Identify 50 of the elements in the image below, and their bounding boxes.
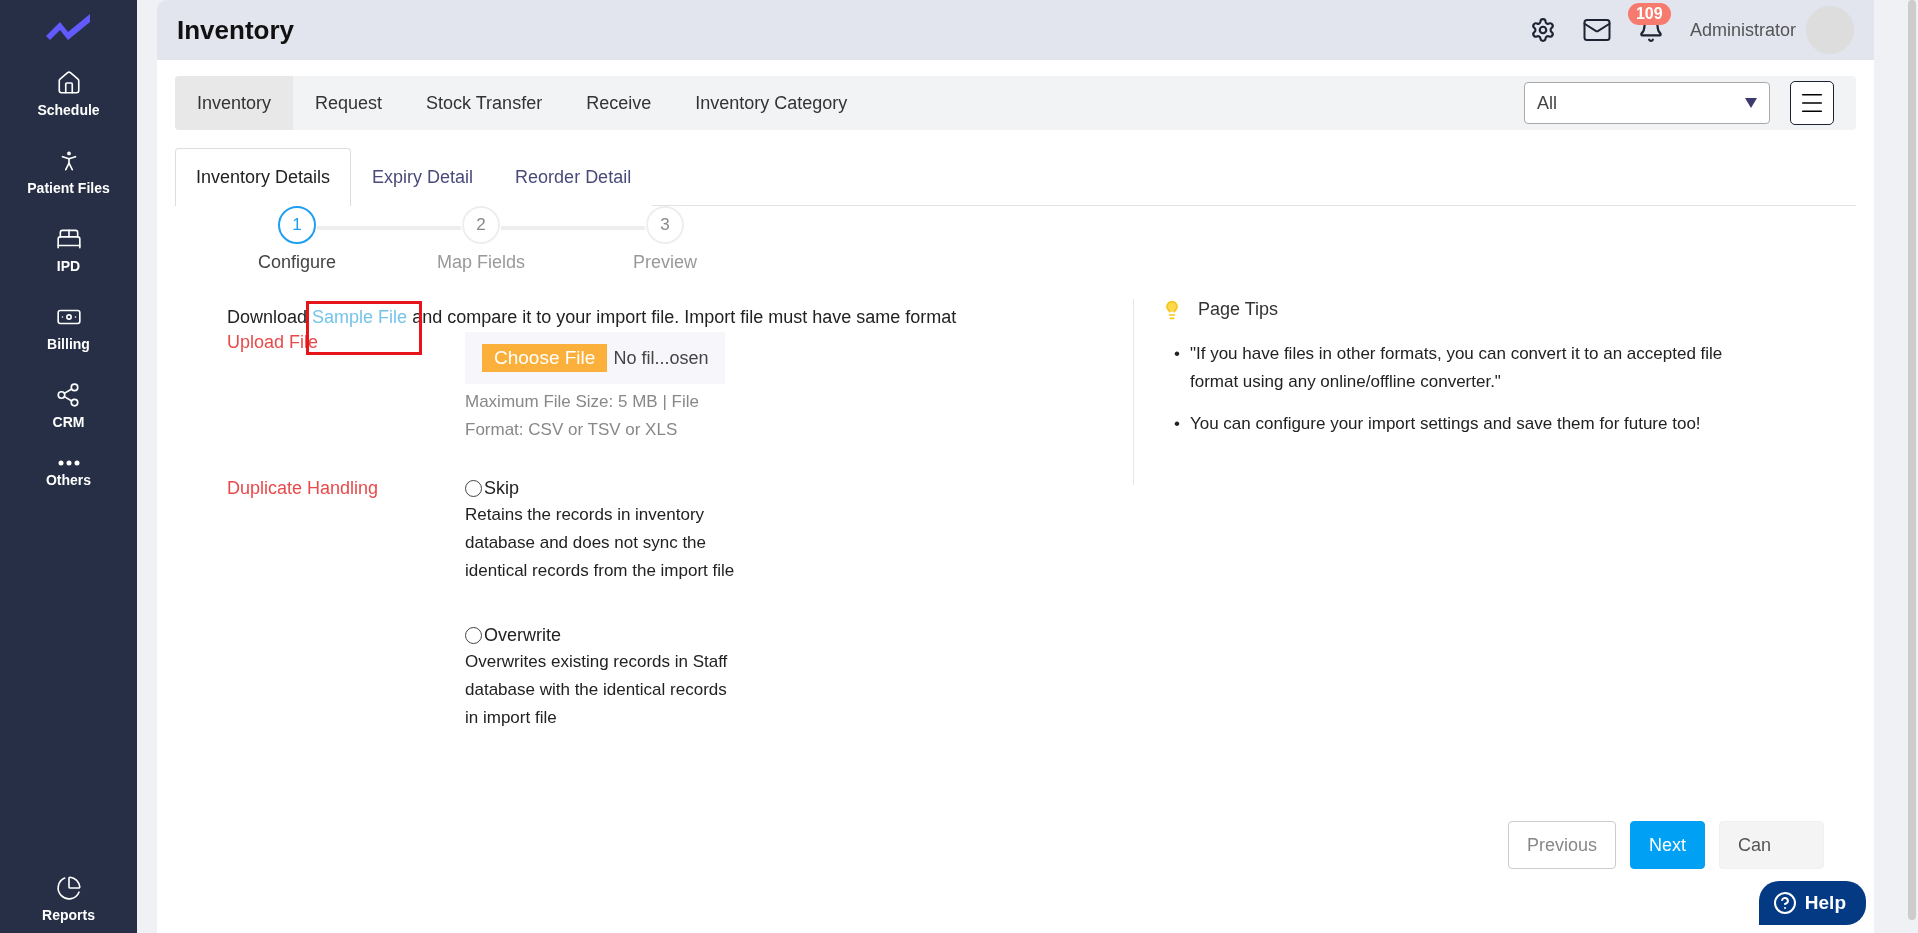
tab[interactable]: Inventory Details <box>175 148 352 206</box>
step-label: Map Fields <box>437 252 525 273</box>
scrollbar[interactable] <box>1908 0 1916 920</box>
tab[interactable]: Inventory <box>175 76 294 130</box>
sidebar-item[interactable]: IPD <box>55 226 82 274</box>
radio-button[interactable] <box>465 480 482 497</box>
step-circle: 3 <box>646 206 684 244</box>
sidebar-item[interactable]: Reports <box>42 875 95 923</box>
caret-icon <box>1745 98 1757 108</box>
wizard-button[interactable]: Can <box>1718 821 1824 869</box>
help-button[interactable]: Help <box>1758 881 1866 925</box>
home-icon <box>55 70 82 96</box>
file-input[interactable]: Choose File No fil...osen <box>465 332 726 384</box>
option-description: Retains the records in inventory database and does not sync the identical records from the import file <box>465 504 736 582</box>
notification-badge: 109 <box>1627 3 1671 25</box>
radio-button[interactable] <box>465 627 482 644</box>
field-label: Duplicate Handling <box>227 478 380 500</box>
sidebar-item[interactable]: Schedule <box>37 70 100 118</box>
filter-select[interactable]: All <box>1524 82 1770 124</box>
pie-chart-icon <box>55 875 82 901</box>
tip-text: "If you have files in other formats, you can convert it to an accepted file format using any online/offline converter." <box>1189 343 1724 393</box>
file-status: No fil...osen <box>613 347 709 369</box>
sidebar-item[interactable]: Others <box>45 460 92 488</box>
step-label: Preview <box>633 252 697 273</box>
tip-text: You can configure your import settings and save them for future too! <box>1189 413 1701 435</box>
user-name[interactable]: Administrator <box>1689 19 1796 41</box>
radio-label[interactable]: Skip <box>484 478 519 499</box>
sidebar-item[interactable]: Billing <box>47 304 90 352</box>
sidebar-item[interactable]: Patient Files <box>27 148 110 196</box>
radio-label[interactable]: Overwrite <box>484 625 561 646</box>
network-icon <box>55 382 82 408</box>
step-label: Configure <box>257 252 336 273</box>
tab[interactable]: Request <box>293 76 405 130</box>
file-hint: Maximum File Size: 5 MB | File Format: CSV or TSV or XLS <box>465 391 700 441</box>
bullet-mark: • <box>1174 413 1180 435</box>
tab[interactable]: Stock Transfer <box>404 76 565 130</box>
sidebar-item[interactable]: CRM <box>52 382 85 430</box>
bullet-mark: • <box>1174 343 1180 365</box>
more-icon <box>57 460 80 466</box>
wizard-button[interactable]: Previous <box>1507 821 1616 869</box>
tab[interactable]: Receive <box>564 76 674 130</box>
tab[interactable]: Inventory Category <box>673 76 870 130</box>
page-title: Inventory <box>177 14 296 46</box>
help-icon <box>1772 891 1797 915</box>
option-description: Overwrites existing records in Staff database with the identical records in import file <box>465 651 729 729</box>
menu-button[interactable] <box>1790 81 1834 125</box>
step-circle: 1 <box>278 206 316 244</box>
settings-icon[interactable] <box>1529 17 1556 43</box>
step-circle: 2 <box>462 206 500 244</box>
tips-title: Page Tips <box>1198 299 1279 320</box>
